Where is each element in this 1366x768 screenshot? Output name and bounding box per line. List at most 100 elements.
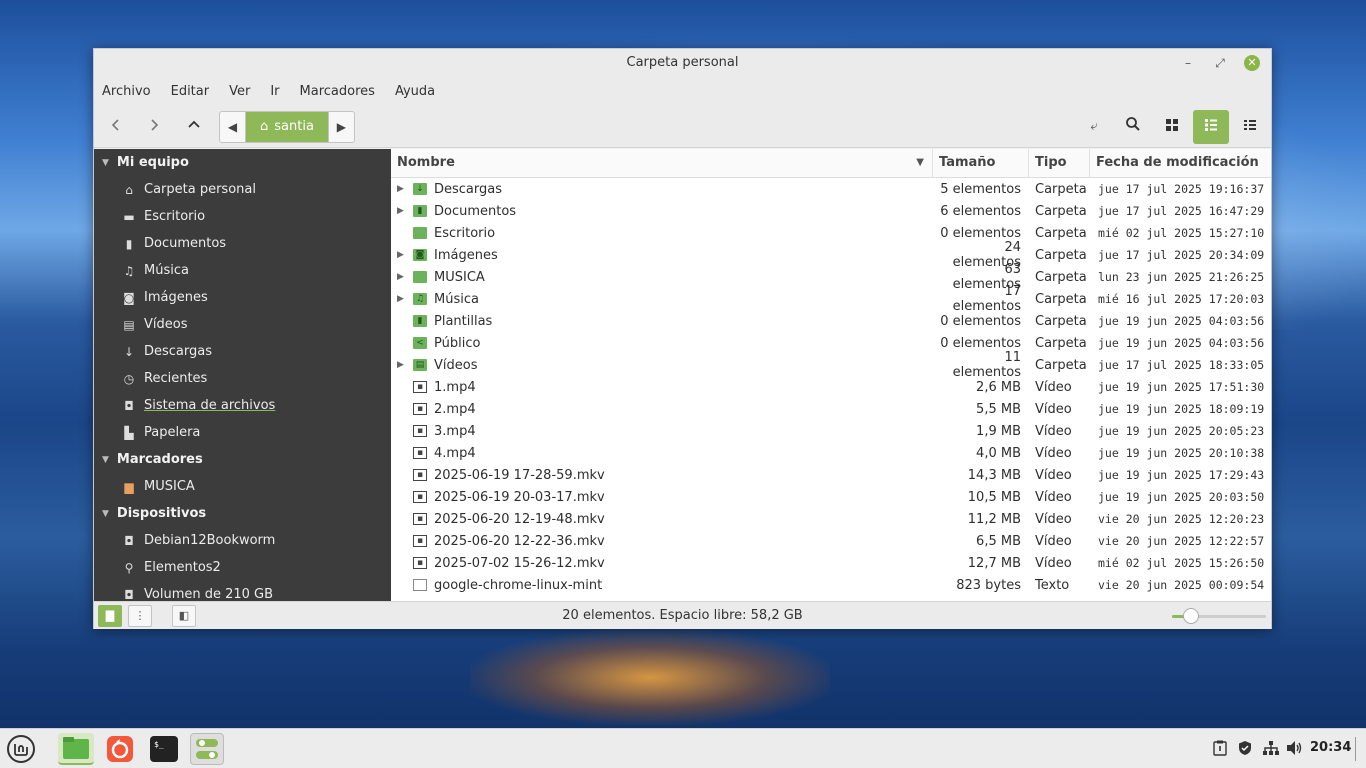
list-view-icon[interactable] xyxy=(1193,110,1229,144)
taskbar-firefox-icon[interactable] xyxy=(103,733,137,765)
expand-arrow-icon[interactable]: ▶ xyxy=(397,250,409,260)
menu-archivo[interactable]: Archivo xyxy=(102,84,151,99)
sidebar-item-sistema-de-archivos[interactable]: ◘ Sistema de archivos xyxy=(94,392,391,419)
menu-ver[interactable]: Ver xyxy=(229,84,250,99)
file-size: 12,7 MB xyxy=(967,555,1021,571)
sidebar-item-debian[interactable]: ◘ Debian12Bookworm xyxy=(94,527,391,554)
shield-icon[interactable] xyxy=(1237,740,1253,760)
menu-ir[interactable]: Ir xyxy=(270,84,279,99)
file-manager-window: Carpeta personal – ⤢ ✕ Archivo Editar Ve… xyxy=(93,48,1272,629)
table-row[interactable]: ▪ 2025-06-19 20-03-17.mkv 10,5 MB Vídeo jue … xyxy=(391,486,1271,508)
menu-editar[interactable]: Editar xyxy=(171,84,210,99)
sidebar-item-carpeta-personal[interactable]: ⌂ Carpeta personal xyxy=(94,176,391,203)
film-icon: ▤ xyxy=(123,317,135,332)
table-row[interactable]: Escritorio 0 elementos Carpeta mié 02 jul 2… xyxy=(391,222,1271,244)
titlebar[interactable]: Carpeta personal – ⤢ ✕ xyxy=(94,49,1271,77)
sidebar-item-videos[interactable]: ▤ Vídeos xyxy=(94,311,391,338)
column-header-name[interactable]: Nombre ▼ xyxy=(391,149,933,177)
table-row[interactable]: ▮ Plantillas 0 elementos Carpeta jue 19 jun … xyxy=(391,310,1271,332)
file-date: jue 17 jul 2025 19:16:37 xyxy=(1098,182,1265,196)
status-text: 20 elementos. Espacio libre: 58,2 GB xyxy=(562,608,803,623)
table-row[interactable]: ▪ 3.mp4 1,9 MB Vídeo jue 19 jun 2025 20:05:2… xyxy=(391,420,1271,442)
table-row[interactable]: ▪ 2.mp4 5,5 MB Vídeo jue 19 jun 2025 18:09:1… xyxy=(391,398,1271,420)
file-type: Vídeo xyxy=(1035,511,1072,527)
table-row[interactable]: ▪ 2025-07-02 15-26-12.mkv 12,7 MB Vídeo mié … xyxy=(391,552,1271,574)
table-row[interactable]: google-chrome-linux-mint 823 bytes Texto vi… xyxy=(391,574,1271,596)
toggle-location-icon[interactable]: ⤶ xyxy=(1079,112,1109,142)
table-row[interactable]: ▪ 1.mp4 2,6 MB Vídeo jue 19 jun 2025 17:51:3… xyxy=(391,376,1271,398)
clock-icon: ◷ xyxy=(123,371,135,386)
table-row[interactable]: < Público 0 elementos Carpeta jue 19 jun 202… xyxy=(391,332,1271,354)
table-row[interactable]: ▪ 4.mp4 4,0 MB Vídeo jue 19 jun 2025 20:10:3… xyxy=(391,442,1271,464)
expand-arrow-icon[interactable]: ▶ xyxy=(397,294,409,304)
breadcrumb-right-icon[interactable]: ▶ xyxy=(327,112,354,142)
file-size: 11 elementos xyxy=(952,350,1021,380)
table-row[interactable]: ▶ ♫ Música 17 elementos Carpeta mié 16 jul 20… xyxy=(391,284,1271,314)
taskbar-settings-icon[interactable] xyxy=(190,733,224,765)
sidebar-item-musica-bookmark[interactable]: ▆ MUSICA xyxy=(94,473,391,500)
expand-arrow-icon[interactable]: ▶ xyxy=(397,360,409,370)
camera-icon: ◙ xyxy=(123,290,135,305)
expand-arrow-icon[interactable]: ▶ xyxy=(397,206,409,216)
table-row[interactable]: ▶ MUSICA 63 elementos Carpeta lun 23 jun 202… xyxy=(391,262,1271,292)
clipboard-icon[interactable] xyxy=(1213,740,1227,760)
file-type: Carpeta xyxy=(1035,335,1087,351)
toolbar: ◀ ⌂ santia ▶ ⤶ xyxy=(94,105,1271,148)
table-row[interactable]: ▪ 2025-06-20 12-22-36.mkv 6,5 MB Vídeo vie 2… xyxy=(391,530,1271,552)
file-name-cell: ▪ 3.mp4 xyxy=(391,424,933,439)
minimize-icon[interactable]: – xyxy=(1180,55,1196,71)
expand-arrow-icon[interactable]: ▶ xyxy=(397,184,409,194)
file-date: jue 19 jun 2025 18:09:19 xyxy=(1098,402,1265,416)
file-name-cell: ▪ 2025-06-20 12-19-48.mkv xyxy=(391,512,933,527)
sidebar-item-volumen[interactable]: ◘ Volumen de 210 GB xyxy=(94,581,391,601)
sidebar-section-mi-equipo[interactable]: ▼ Mi equipo xyxy=(94,149,391,176)
network-icon[interactable] xyxy=(1262,740,1280,760)
table-row[interactable]: ▶ ▤ Vídeos 11 elementos Carpeta jue 17 jul 20… xyxy=(391,350,1271,380)
clock[interactable]: 20:34 xyxy=(1310,740,1351,755)
zoom-slider[interactable] xyxy=(1172,608,1266,624)
sidebar-item-documentos[interactable]: ▮ Documentos xyxy=(94,230,391,257)
volume-icon[interactable] xyxy=(1286,740,1304,760)
maximize-icon[interactable]: ⤢ xyxy=(1212,55,1228,71)
menu-marcadores[interactable]: Marcadores xyxy=(300,84,375,99)
search-icon[interactable] xyxy=(1118,112,1148,142)
show-desktop-button[interactable] xyxy=(1355,737,1363,761)
sidebar-item-recientes[interactable]: ◷ Recientes xyxy=(94,365,391,392)
menu-ayuda[interactable]: Ayuda xyxy=(395,84,435,99)
sidebar-item-musica[interactable]: ♫ Música xyxy=(94,257,391,284)
icon-view-icon[interactable] xyxy=(1157,112,1187,142)
sidebar-section-marcadores[interactable]: ▼ Marcadores xyxy=(94,446,391,473)
sidebar-item-descargas[interactable]: ↓ Descargas xyxy=(94,338,391,365)
zoom-handle[interactable] xyxy=(1182,608,1199,624)
close-icon[interactable]: ✕ xyxy=(1244,55,1260,71)
file-name: Plantillas xyxy=(434,313,493,329)
file-date: mié 02 jul 2025 15:26:50 xyxy=(1098,556,1265,570)
mint-menu-icon[interactable] xyxy=(4,733,38,765)
table-row[interactable]: ▪ 2025-06-19 17-28-59.mkv 14,3 MB Vídeo jue … xyxy=(391,464,1271,486)
column-header-date[interactable]: Fecha de modificación xyxy=(1090,149,1271,177)
sidebar-item-escritorio[interactable]: ▬ Escritorio xyxy=(94,203,391,230)
sidebar-item-imagenes[interactable]: ◙ Imágenes xyxy=(94,284,391,311)
column-header-type[interactable]: Tipo xyxy=(1029,149,1090,177)
sidebar-item-papelera[interactable]: ▙ Papelera xyxy=(94,419,391,446)
file-type: Carpeta xyxy=(1035,203,1087,219)
file-name-cell: ▶ MUSICA xyxy=(391,270,933,285)
breadcrumb-home[interactable]: ⌂ santia xyxy=(246,112,328,142)
table-row[interactable]: ▶ ↓ Descargas 5 elementos Carpeta jue 17 jul … xyxy=(391,178,1271,200)
up-arrow-icon[interactable] xyxy=(179,112,209,142)
forward-arrow-icon[interactable] xyxy=(139,112,169,142)
file-date: jue 19 jun 2025 20:05:23 xyxy=(1098,424,1265,438)
compact-view-icon[interactable] xyxy=(1235,112,1265,142)
column-header-size[interactable]: Tamaño xyxy=(933,149,1029,177)
taskbar-files-icon[interactable] xyxy=(58,733,94,765)
sidebar-item-elementos2[interactable]: ⚲ Elementos2 xyxy=(94,554,391,581)
file-name: Escritorio xyxy=(434,225,496,241)
expand-arrow-icon[interactable]: ▶ xyxy=(397,272,409,282)
sidebar-section-dispositivos[interactable]: ▼ Dispositivos xyxy=(94,500,391,527)
back-arrow-icon[interactable] xyxy=(101,112,131,142)
table-row[interactable]: ▪ 2025-06-20 12-19-48.mkv 11,2 MB Vídeo vie … xyxy=(391,508,1271,530)
table-row[interactable]: ▶ ▮ Documentos 6 elementos Carpeta jue 17 jul… xyxy=(391,200,1271,222)
table-row[interactable]: ▶ ◙ Imágenes 24 elementos Carpeta jue 17 jul … xyxy=(391,240,1271,270)
taskbar-terminal-icon[interactable]: $_ xyxy=(147,733,181,765)
breadcrumb-left-icon[interactable]: ◀ xyxy=(220,112,246,142)
